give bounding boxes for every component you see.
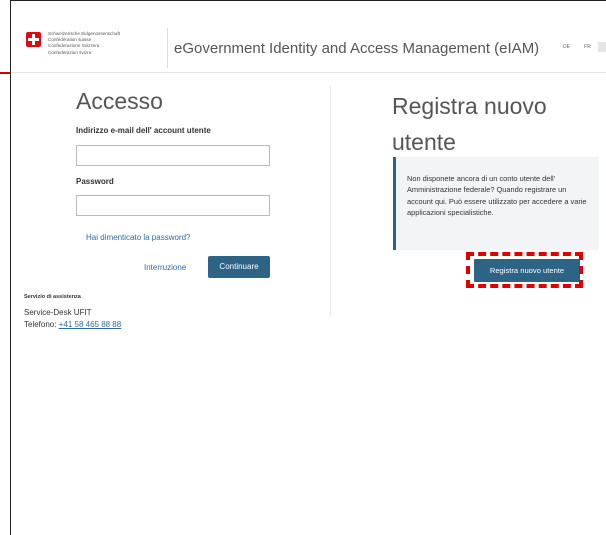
page-header: Schweizerische Eidgenossenschaft Confédé… [12,24,606,73]
email-field[interactable] [76,145,270,166]
highlight-box [466,252,583,288]
red-edge-mark [0,72,10,74]
continue-button[interactable]: Continuare [208,256,270,278]
swiss-flag-icon [26,32,41,47]
forgot-password-link[interactable]: Hai dimenticato la password? [86,233,191,242]
language-it[interactable]: IT [598,42,606,52]
header-separator [167,28,168,68]
phone-label: Telefono: [24,320,57,329]
support-title: Servizio di assistenza [24,294,81,300]
support-desk: Service-Desk UFIT [24,308,92,317]
language-fr[interactable]: FR [577,44,598,52]
password-field[interactable] [76,195,270,216]
logo-line-rm: Confederaziun svizra [48,49,92,55]
language-switcher: DE FR IT [556,42,606,52]
app-title: eGovernment Identity and Access Manageme… [174,40,540,57]
email-label: Indirizzo e-mail dell' account utente [76,126,211,135]
cancel-link[interactable]: Interruzione [144,263,186,272]
register-info-box: Non disponete ancora di un conto utente … [393,157,599,250]
password-label: Password [76,177,114,186]
language-de[interactable]: DE [556,44,577,52]
logo-text: Schweizerische Eidgenossenschaft Confédé… [48,31,120,56]
register-title: Registra nuovo utente [392,93,547,155]
login-title: Accesso [76,88,163,114]
swiss-confederation-logo[interactable]: Schweizerische Eidgenossenschaft Confédé… [26,30,176,66]
support-phone: Telefono: +41 58 465 88 88 [24,320,121,329]
column-divider [330,86,331,316]
phone-link[interactable]: +41 58 465 88 88 [59,320,122,329]
register-info-text: Non disponete ancora di un conto utente … [407,174,587,218]
